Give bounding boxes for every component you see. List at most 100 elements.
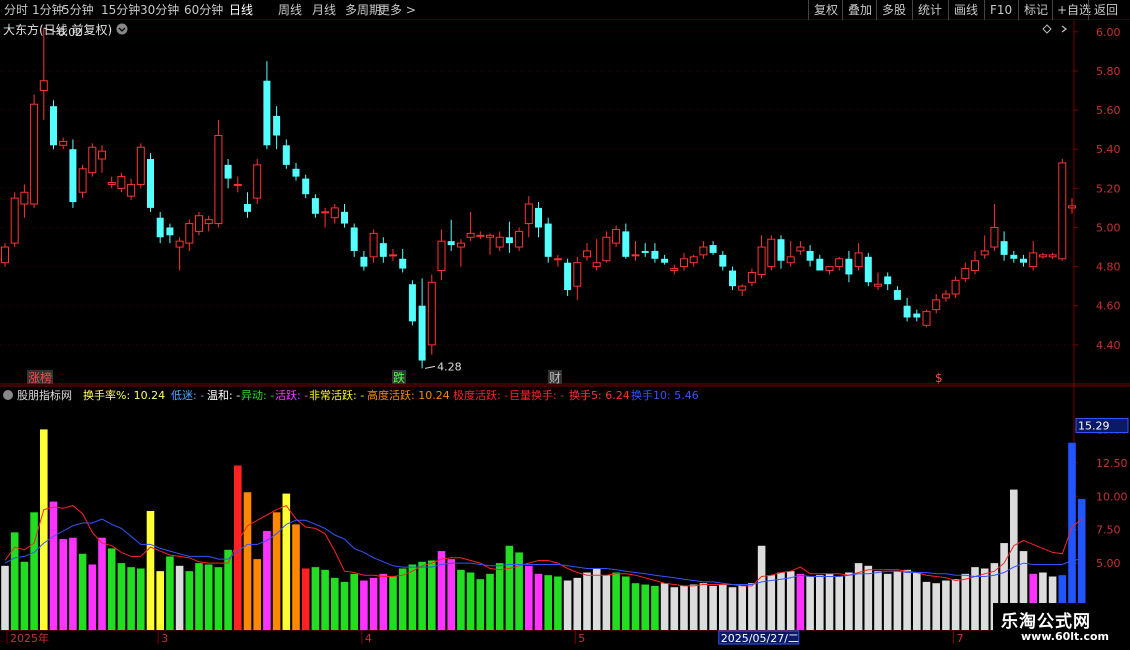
- turnover-bar: [486, 573, 494, 630]
- candle-body: [980, 250, 989, 256]
- period-tab-6[interactable]: 日线: [229, 0, 253, 20]
- period-tab-7[interactable]: 周线: [278, 0, 302, 20]
- candle: [631, 241, 640, 261]
- turnover-bar: [495, 563, 504, 630]
- candle: [612, 225, 621, 248]
- toolbar-button-0[interactable]: 复权: [814, 0, 838, 20]
- candle: [777, 235, 785, 269]
- period-tab-0[interactable]: 分时: [4, 0, 28, 20]
- candle-body: [825, 266, 834, 272]
- candle-body: [845, 258, 853, 275]
- candle-body: [622, 231, 630, 257]
- turnover-bar: [379, 573, 388, 630]
- candle: [1, 243, 9, 267]
- toolbar-button-3[interactable]: 统计: [918, 0, 942, 20]
- toolbar-button-1[interactable]: 叠加: [848, 0, 872, 20]
- turnover-bar: [883, 573, 892, 630]
- candle: [564, 258, 572, 296]
- candle-body: [263, 80, 271, 146]
- candle-body: [311, 198, 319, 214]
- toolbar-button-2[interactable]: 多股: [882, 0, 906, 20]
- turnover-tick-label: 5.00: [1096, 557, 1121, 570]
- period-tab-5[interactable]: 60分钟: [184, 0, 223, 20]
- toolbar-button-8[interactable]: 返回: [1094, 0, 1118, 20]
- toolbar-divider: [1088, 0, 1089, 20]
- toolbar-button-4[interactable]: 画线: [954, 0, 978, 20]
- candle-body: [661, 258, 669, 263]
- turnover-bar: [292, 524, 300, 630]
- candle: [78, 164, 87, 199]
- toolbar-divider: [1018, 0, 1019, 20]
- candle-body: [729, 270, 736, 287]
- period-toolbar: 分时 1分钟 5分钟 15分钟 30分钟 60分钟 日线 周线 月线 多周期 更多 > 复权 叠加 多股统…: [0, 0, 1130, 20]
- price-tick-label: 4.40: [1096, 339, 1121, 352]
- candle: [1038, 252, 1047, 259]
- candle: [709, 241, 717, 255]
- candle-body: [932, 299, 941, 311]
- turnover-bar: [893, 571, 902, 630]
- turnover-bar: [398, 568, 407, 630]
- candle-body: [922, 311, 931, 326]
- toolbar-button-6[interactable]: 标记: [1024, 0, 1048, 20]
- candle: [786, 241, 795, 267]
- turnover-bar: [272, 512, 281, 630]
- toolbar-divider: [808, 0, 809, 20]
- candle-body: [69, 149, 77, 203]
- period-tab-10[interactable]: 更多 >: [378, 0, 416, 20]
- turnover-bar: [980, 568, 989, 630]
- turnover-bar: [525, 565, 533, 630]
- period-tab-1[interactable]: 1分钟: [32, 0, 64, 20]
- period-tab-3[interactable]: 15分钟: [101, 0, 140, 20]
- date-label: 5: [578, 632, 585, 645]
- candle-body: [20, 191, 29, 205]
- turnover-bar: [466, 572, 475, 630]
- candle-body: [961, 268, 970, 279]
- candle-body: [913, 313, 921, 318]
- candle-body: [990, 226, 999, 248]
- indicator-name: 股朋指标网: [17, 388, 72, 402]
- candle-body: [39, 80, 48, 92]
- candle-body: [466, 232, 475, 238]
- toolbar-button-5[interactable]: F10: [990, 0, 1012, 20]
- candle: [117, 172, 126, 193]
- turnover-bar: [748, 583, 756, 630]
- period-tab-9[interactable]: 多周期: [345, 0, 381, 20]
- date-label: 3: [161, 632, 168, 645]
- candle: [854, 243, 863, 271]
- candle: [495, 231, 504, 251]
- candle: [980, 235, 989, 259]
- turnover-bar: [437, 551, 446, 630]
- candle: [1029, 241, 1038, 271]
- candle: [39, 27, 48, 120]
- period-tab-4[interactable]: 30分钟: [140, 0, 179, 20]
- candle-body: [505, 237, 513, 244]
- price-tick-label: 5.00: [1096, 221, 1121, 234]
- turnover-bar: [563, 580, 572, 630]
- candle: [971, 250, 979, 275]
- candle-body: [78, 168, 87, 193]
- turnover-bar: [554, 576, 562, 630]
- turnover-bar: [301, 568, 310, 630]
- period-tab-8[interactable]: 月线: [312, 0, 336, 20]
- candle-body: [612, 228, 621, 244]
- candle: [602, 231, 611, 263]
- toolbar-button-7[interactable]: +自选: [1057, 0, 1091, 20]
- period-tab-2[interactable]: 5分钟: [62, 0, 94, 20]
- turnover-tick-label: 7.50: [1096, 524, 1121, 537]
- indicator-label-0: 换手率%: 10.24: [83, 388, 165, 402]
- candle: [951, 276, 960, 298]
- turnover-bar: [796, 573, 805, 630]
- candle-body: [292, 168, 300, 177]
- candle-body: [1068, 205, 1076, 209]
- turnover-bar: [961, 573, 970, 630]
- candle: [147, 153, 154, 212]
- candle-body: [302, 178, 310, 195]
- candle-body: [835, 258, 844, 268]
- candle-body: [369, 232, 378, 258]
- candle: [292, 162, 300, 181]
- candlestick-series: [1, 27, 1076, 369]
- turnover-bar: [408, 564, 417, 630]
- candle: [738, 284, 747, 296]
- candle: [360, 250, 368, 271]
- turnover-bar: [922, 581, 931, 630]
